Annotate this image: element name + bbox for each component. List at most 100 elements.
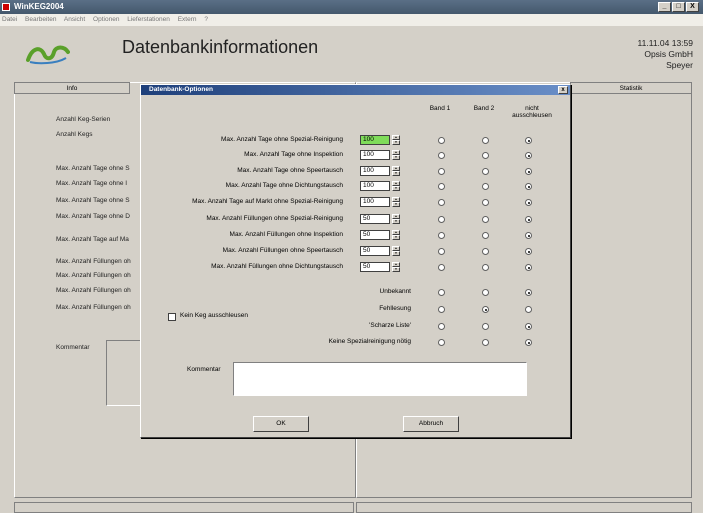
option-row-radio-nicht[interactable]: [525, 137, 532, 144]
option-value-input[interactable]: 100: [360, 181, 390, 191]
option-spin-buttons[interactable]: ▲ ▼: [392, 214, 400, 224]
option-row-radio-nicht[interactable]: [525, 264, 532, 271]
option-value-input[interactable]: 100: [360, 166, 390, 176]
status-row-radio-band2[interactable]: [482, 339, 489, 346]
option-row-radio-band1[interactable]: [438, 137, 445, 144]
menu-datei[interactable]: Datei: [2, 16, 17, 23]
option-row-radio-band2[interactable]: [482, 152, 489, 159]
spin-down-icon[interactable]: ▼: [392, 202, 400, 207]
tab-statistik[interactable]: Statistik: [570, 82, 692, 94]
option-row-radio-nicht[interactable]: [525, 168, 532, 175]
statusbar-left: [14, 502, 354, 513]
status-row-radio-nicht[interactable]: [525, 323, 532, 330]
header-datetime: 11.11.04 13:59: [637, 38, 693, 48]
background-label: Max. Anzahl Füllungen oh: [56, 258, 131, 265]
status-row-radio-nicht[interactable]: [525, 289, 532, 296]
background-label: Max. Anzahl Tage ohne S: [56, 197, 130, 204]
option-value-input[interactable]: 50: [360, 230, 390, 240]
option-row-radio-band2[interactable]: [482, 168, 489, 175]
option-value-input[interactable]: 50: [360, 214, 390, 224]
option-value-input[interactable]: 100: [360, 197, 390, 207]
header-city: Speyer: [666, 60, 693, 70]
spin-down-icon[interactable]: ▼: [392, 171, 400, 176]
statusbar-right: [356, 502, 692, 513]
background-label: Anzahl Keg-Serien: [56, 116, 111, 123]
option-row-radio-nicht[interactable]: [525, 216, 532, 223]
menu-help[interactable]: ?: [204, 16, 208, 23]
spin-down-icon[interactable]: ▼: [392, 235, 400, 240]
status-row-radio-band2[interactable]: [482, 306, 489, 313]
kommentar-label: Kommentar: [187, 366, 221, 373]
menu-bearbeiten[interactable]: Bearbeiten: [25, 16, 56, 23]
spin-down-icon[interactable]: ▼: [392, 155, 400, 160]
option-row-radio-band2[interactable]: [482, 248, 489, 255]
menu-ansicht[interactable]: Ansicht: [64, 16, 85, 23]
option-row-radio-band1[interactable]: [438, 216, 445, 223]
option-row-radio-band2[interactable]: [482, 232, 489, 239]
minimize-button[interactable]: _: [658, 2, 671, 12]
option-row-radio-band1[interactable]: [438, 168, 445, 175]
option-row-label: Max. Anzahl Tage ohne Dichtungstausch: [225, 182, 343, 189]
option-spin-buttons[interactable]: ▲ ▼: [392, 262, 400, 272]
menu-optionen[interactable]: Optionen: [93, 16, 119, 23]
spin-down-icon[interactable]: ▼: [392, 186, 400, 191]
option-spin-buttons[interactable]: ▲ ▼: [392, 181, 400, 191]
dialog-close-button[interactable]: x: [558, 86, 568, 94]
kommentar-textarea[interactable]: [233, 362, 527, 396]
status-row-radio-nicht[interactable]: [525, 339, 532, 346]
option-value-input[interactable]: 50: [360, 246, 390, 256]
option-spin-buttons[interactable]: ▲ ▼: [392, 150, 400, 160]
kein-keg-checkbox[interactable]: [168, 313, 176, 321]
status-row-radio-band2[interactable]: [482, 323, 489, 330]
status-row-radio-nicht[interactable]: [525, 306, 532, 313]
ok-button[interactable]: OK: [253, 416, 309, 432]
option-spin-buttons[interactable]: ▲ ▼: [392, 197, 400, 207]
option-value-input[interactable]: 50: [360, 262, 390, 272]
menubar: Datei Bearbeiten Ansicht Optionen Liefer…: [0, 14, 703, 26]
option-row-radio-nicht[interactable]: [525, 232, 532, 239]
col-header-band2: Band 2: [473, 105, 495, 112]
option-row-radio-band1[interactable]: [438, 232, 445, 239]
col-header-nicht: nicht ausschleusen: [512, 105, 552, 119]
option-row-radio-band2[interactable]: [482, 199, 489, 206]
status-row-radio-band1[interactable]: [438, 306, 445, 313]
option-row-radio-band1[interactable]: [438, 199, 445, 206]
status-row-label: Fehllesung: [379, 305, 411, 312]
option-row-radio-band2[interactable]: [482, 264, 489, 271]
option-row-radio-band2[interactable]: [482, 183, 489, 190]
option-value-input[interactable]: 100: [360, 150, 390, 160]
option-row-radio-nicht[interactable]: [525, 152, 532, 159]
spin-down-icon[interactable]: ▼: [392, 140, 400, 145]
option-spin-buttons[interactable]: ▲ ▼: [392, 246, 400, 256]
close-button[interactable]: X: [686, 2, 699, 12]
option-spin-buttons[interactable]: ▲ ▼: [392, 166, 400, 176]
abbruch-button[interactable]: Abbruch: [403, 416, 459, 432]
option-spin-buttons[interactable]: ▲ ▼: [392, 135, 400, 145]
background-label: Max. Anzahl Füllungen oh: [56, 304, 131, 311]
option-row-radio-band1[interactable]: [438, 248, 445, 255]
spin-down-icon[interactable]: ▼: [392, 267, 400, 272]
option-row-radio-nicht[interactable]: [525, 248, 532, 255]
option-row-radio-nicht[interactable]: [525, 183, 532, 190]
option-row-radio-nicht[interactable]: [525, 199, 532, 206]
status-row-radio-band1[interactable]: [438, 323, 445, 330]
status-row-label: 'Scharze Liste': [369, 322, 411, 329]
option-row-radio-band1[interactable]: [438, 264, 445, 271]
status-row-radio-band2[interactable]: [482, 289, 489, 296]
status-row-radio-band1[interactable]: [438, 339, 445, 346]
option-row-radio-band2[interactable]: [482, 216, 489, 223]
tab-info[interactable]: Info: [14, 82, 130, 94]
menu-extern[interactable]: Extern: [178, 16, 197, 23]
spin-down-icon[interactable]: ▼: [392, 251, 400, 256]
option-spin-buttons[interactable]: ▲ ▼: [392, 230, 400, 240]
status-row-radio-band1[interactable]: [438, 289, 445, 296]
spin-down-icon[interactable]: ▼: [392, 219, 400, 224]
option-row-radio-band1[interactable]: [438, 152, 445, 159]
option-row-radio-band2[interactable]: [482, 137, 489, 144]
maximize-button[interactable]: □: [672, 2, 685, 12]
option-value-input[interactable]: 100: [360, 135, 390, 145]
option-row-radio-band1[interactable]: [438, 183, 445, 190]
option-row-label: Max. Anzahl Tage ohne Speertausch: [237, 167, 343, 174]
menu-lieferstationen[interactable]: Lieferstationen: [127, 16, 170, 23]
option-row-label: Max. Anzahl Füllungen ohne Spezial-Reini…: [206, 215, 343, 222]
